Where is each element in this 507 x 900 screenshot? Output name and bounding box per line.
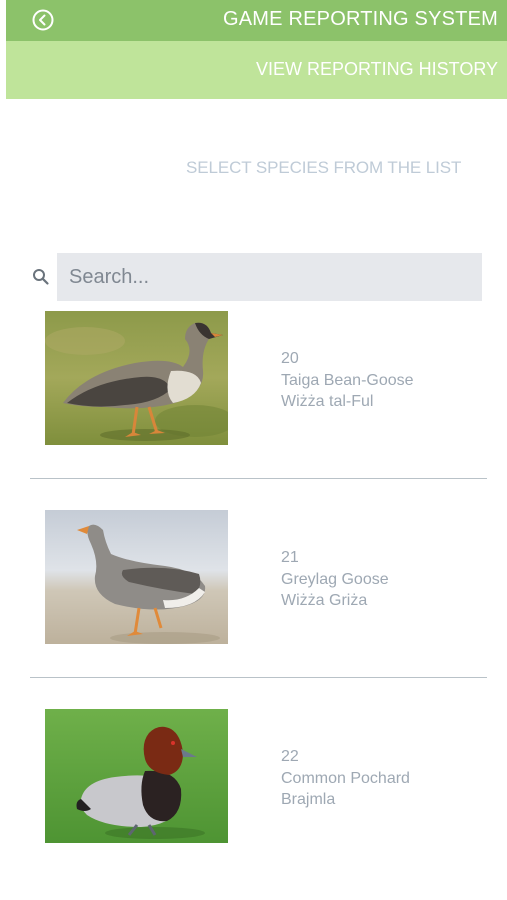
species-number: 22 [281, 748, 299, 765]
species-info: 21 Greylag Goose Wiżża Griża [281, 547, 389, 612]
search-input[interactable] [57, 253, 482, 301]
greylag-goose-photo [45, 510, 228, 644]
species-maltese-name: Brajmla [281, 791, 336, 808]
species-english-name: Common Pochard [281, 769, 410, 787]
species-number: 20 [281, 350, 299, 367]
list-divider [30, 677, 487, 678]
app-title: GAME REPORTING SYSTEM [223, 8, 498, 30]
species-list-item[interactable]: 21 Greylag Goose Wiżża Griża [30, 510, 487, 660]
species-english-name: Taiga Bean-Goose [281, 371, 414, 389]
species-english-name: Greylag Goose [281, 570, 389, 588]
common-pochard-photo [45, 709, 228, 843]
species-info: 22 Common Pochard Brajmla [281, 746, 410, 811]
species-maltese-name: Wiżża tal-Ful [281, 393, 374, 410]
select-species-prompt: SELECT SPECIES FROM THE LIST [186, 158, 462, 177]
species-number: 21 [281, 549, 299, 566]
species-info: 20 Taiga Bean-Goose Wiżża tal-Ful [281, 348, 414, 413]
species-maltese-name: Wiżża Griża [281, 592, 368, 609]
sub-toolbar: VIEW REPORTING HISTORY [6, 41, 507, 99]
taiga-bean-goose-photo [45, 311, 228, 445]
search-icon [33, 269, 49, 285]
app-header: GAME REPORTING SYSTEM [6, 0, 507, 41]
species-list-item[interactable]: 20 Taiga Bean-Goose Wiżża tal-Ful [30, 311, 487, 461]
view-reporting-history-button[interactable]: VIEW REPORTING HISTORY [256, 59, 498, 80]
back-arrow-circle-icon[interactable] [32, 9, 54, 31]
list-divider [30, 478, 487, 479]
species-list-item[interactable]: 22 Common Pochard Brajmla [30, 709, 487, 859]
